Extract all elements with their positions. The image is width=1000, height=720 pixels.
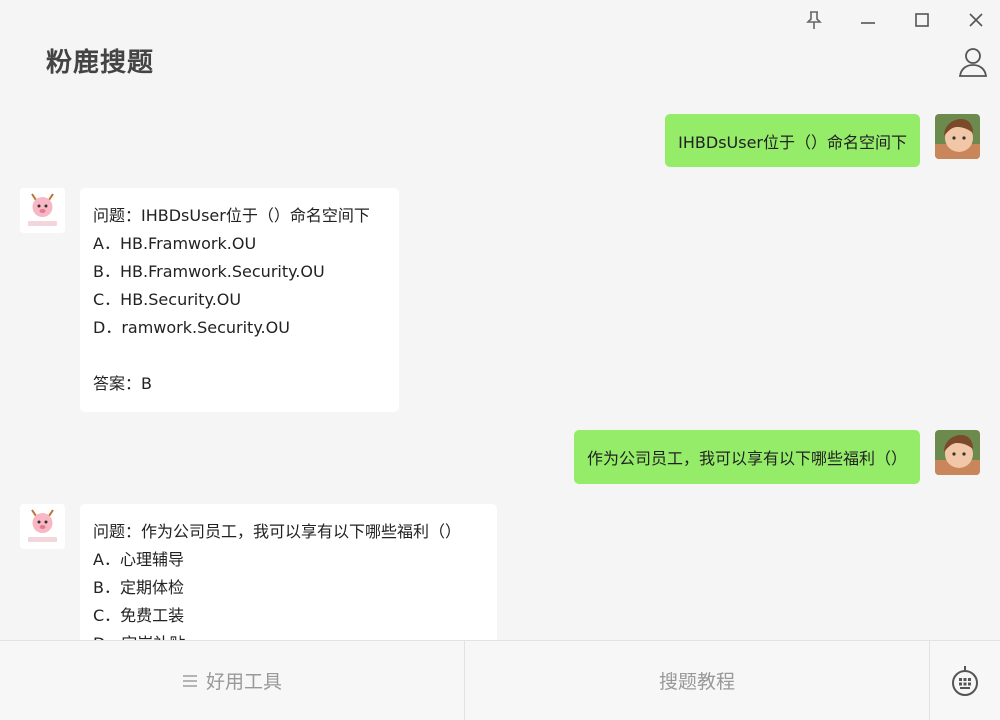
option-a: A．HB.Framwork.OU (93, 234, 257, 253)
maximize-icon[interactable] (910, 8, 934, 32)
window-controls (802, 8, 988, 32)
user-avatar (935, 430, 980, 475)
outgoing-message: IHBDsUser位于（）命名空间下 (665, 114, 920, 167)
keypad-icon (952, 665, 978, 696)
option-c: C．免费工装 (93, 606, 185, 625)
user-avatar (935, 114, 980, 159)
user-icon[interactable] (958, 46, 988, 78)
minimize-icon[interactable] (856, 8, 880, 32)
outgoing-message: 作为公司员工，我可以享有以下哪些福利（） (573, 430, 920, 484)
option-d: D．ramwork.Security.OU (93, 318, 290, 337)
answer-text: 答案：B (93, 374, 152, 393)
question-text: 问题：IHBDsUser位于（）命名空间下 (93, 206, 370, 225)
tutorial-label: 搜题教程 (658, 671, 735, 693)
close-icon[interactable] (964, 8, 988, 32)
app-title: 粉鹿搜题 (46, 48, 155, 78)
answer-card: 问题：IHBDsUser位于（）命名空间下 A．HB.Framwork.OU B… (80, 188, 399, 412)
option-d: D．定岗补贴 (93, 630, 484, 640)
tools-button[interactable]: 好用工具 (0, 641, 465, 720)
tutorial-button[interactable]: 搜题教程 (465, 641, 930, 720)
option-b: B．定期体检 (93, 578, 184, 597)
bot-avatar (20, 188, 65, 233)
keypad-button[interactable] (930, 641, 1000, 720)
pin-icon[interactable] (802, 8, 826, 32)
option-a: A．心理辅导 (93, 550, 184, 569)
option-b: B．HB.Framwork.Security.OU (93, 262, 325, 281)
chat-area[interactable]: IHBDsUser位于（）命名空间下 问题：IHBDsUser位于（）命名空间下… (0, 100, 1000, 640)
tools-label: 好用工具 (205, 671, 282, 693)
answer-card: 问题：作为公司员工，我可以享有以下哪些福利（） A．心理辅导 B．定期体检 C．… (80, 504, 497, 640)
question-text: 问题：作为公司员工，我可以享有以下哪些福利（） (93, 522, 462, 541)
bot-avatar (20, 504, 65, 549)
option-c: C．HB.Security.OU (93, 290, 242, 309)
bottom-bar: 好用工具 搜题教程 (0, 640, 1000, 720)
menu-icon (182, 674, 197, 687)
